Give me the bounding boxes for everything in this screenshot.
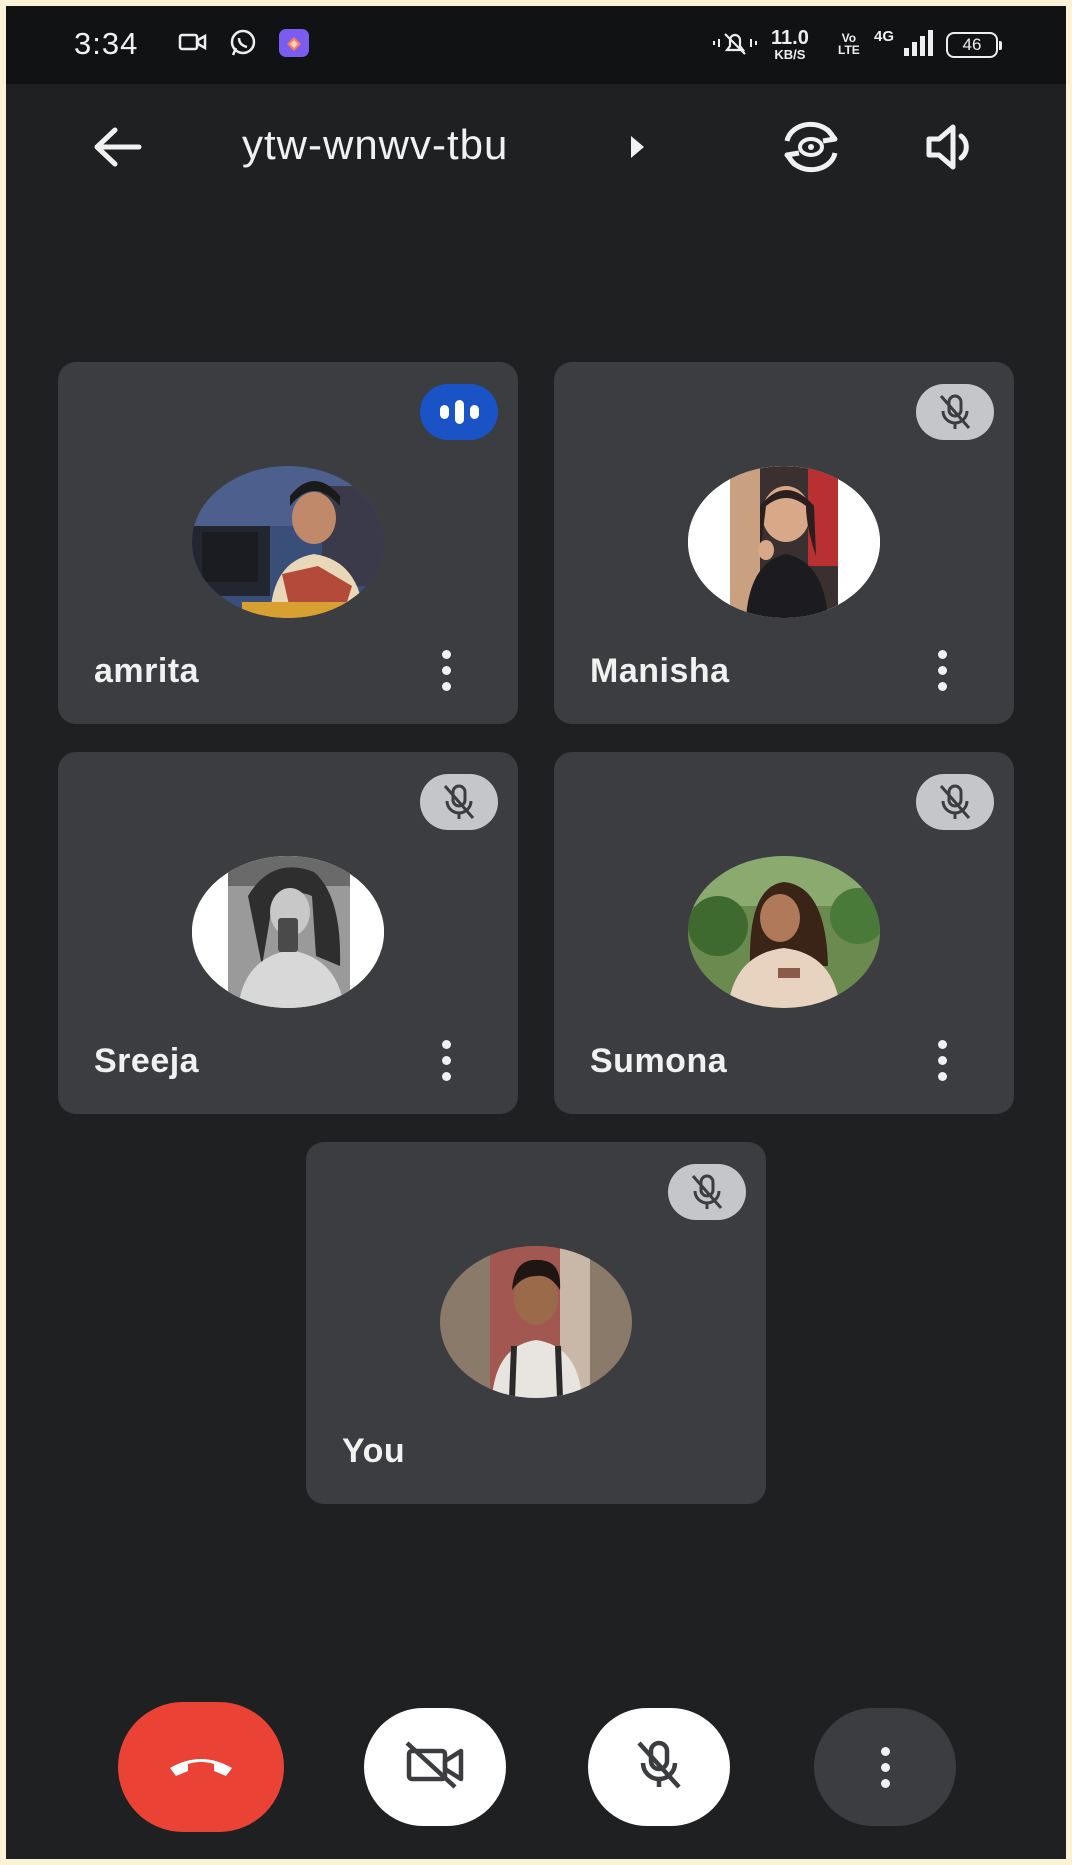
speaker-button[interactable] xyxy=(918,114,988,184)
volte-indicator: Vo LTE xyxy=(838,31,860,57)
caret-right-icon[interactable] xyxy=(628,134,646,165)
camera-toggle-button[interactable] xyxy=(364,1708,506,1826)
mic-off-icon xyxy=(420,774,498,830)
network-speed: 11.0 KB/S xyxy=(771,27,809,62)
avatar xyxy=(192,856,384,1008)
status-bar: 3:34 11.0 KB/S Vo LTE 4G 46 xyxy=(6,6,1066,84)
participant-tile[interactable]: Manisha xyxy=(554,362,1014,724)
more-options-button[interactable] xyxy=(814,1708,956,1826)
more-vert-icon xyxy=(880,1746,890,1788)
speaking-indicator-icon xyxy=(420,384,498,440)
avatar xyxy=(440,1246,632,1398)
end-call-icon xyxy=(166,1750,236,1785)
top-app-bar: ytw-wnwv-tbu xyxy=(6,84,1066,214)
participant-tile[interactable]: Sumona xyxy=(554,752,1014,1114)
mic-off-icon xyxy=(668,1164,746,1220)
switch-camera-icon xyxy=(779,121,843,178)
back-button[interactable] xyxy=(82,114,152,184)
app-icon xyxy=(278,28,310,63)
participant-tile[interactable]: amrita xyxy=(58,362,518,724)
avatar xyxy=(688,856,880,1008)
more-vert-icon[interactable] xyxy=(920,644,964,696)
meeting-code[interactable]: ytw-wnwv-tbu xyxy=(242,121,508,169)
signal-icon xyxy=(902,28,936,63)
speaker-icon xyxy=(923,122,983,177)
avatar xyxy=(688,466,880,618)
switch-camera-button[interactable] xyxy=(776,114,846,184)
mic-toggle-button[interactable] xyxy=(588,1708,730,1826)
end-call-button[interactable] xyxy=(118,1702,284,1832)
participant-tile-self[interactable]: You xyxy=(306,1142,766,1504)
mute-bell-icon xyxy=(712,28,758,63)
more-vert-icon[interactable] xyxy=(424,1034,468,1086)
participant-tile[interactable]: Sreeja xyxy=(58,752,518,1114)
more-vert-icon[interactable] xyxy=(424,644,468,696)
video-camera-icon xyxy=(178,28,208,61)
participant-name: You xyxy=(342,1432,406,1470)
mic-off-icon xyxy=(633,1739,685,1796)
participant-name: Sumona xyxy=(590,1042,728,1080)
network-type: 4G xyxy=(874,28,895,45)
mic-off-icon xyxy=(916,774,994,830)
back-arrow-icon xyxy=(91,125,143,174)
battery-indicator: 46 xyxy=(946,32,1002,58)
camera-off-icon xyxy=(403,1739,467,1796)
participant-name: Sreeja xyxy=(94,1042,200,1080)
more-vert-icon[interactable] xyxy=(920,1034,964,1086)
participant-name: amrita xyxy=(94,652,200,690)
meet-call-screen: 3:34 11.0 KB/S Vo LTE 4G 46 ytw-wnwv-tbu… xyxy=(6,6,1066,1859)
status-time: 3:34 xyxy=(74,26,139,61)
avatar xyxy=(192,466,384,618)
mic-off-icon xyxy=(916,384,994,440)
participant-name: Manisha xyxy=(590,652,730,690)
whatsapp-icon xyxy=(228,28,258,63)
